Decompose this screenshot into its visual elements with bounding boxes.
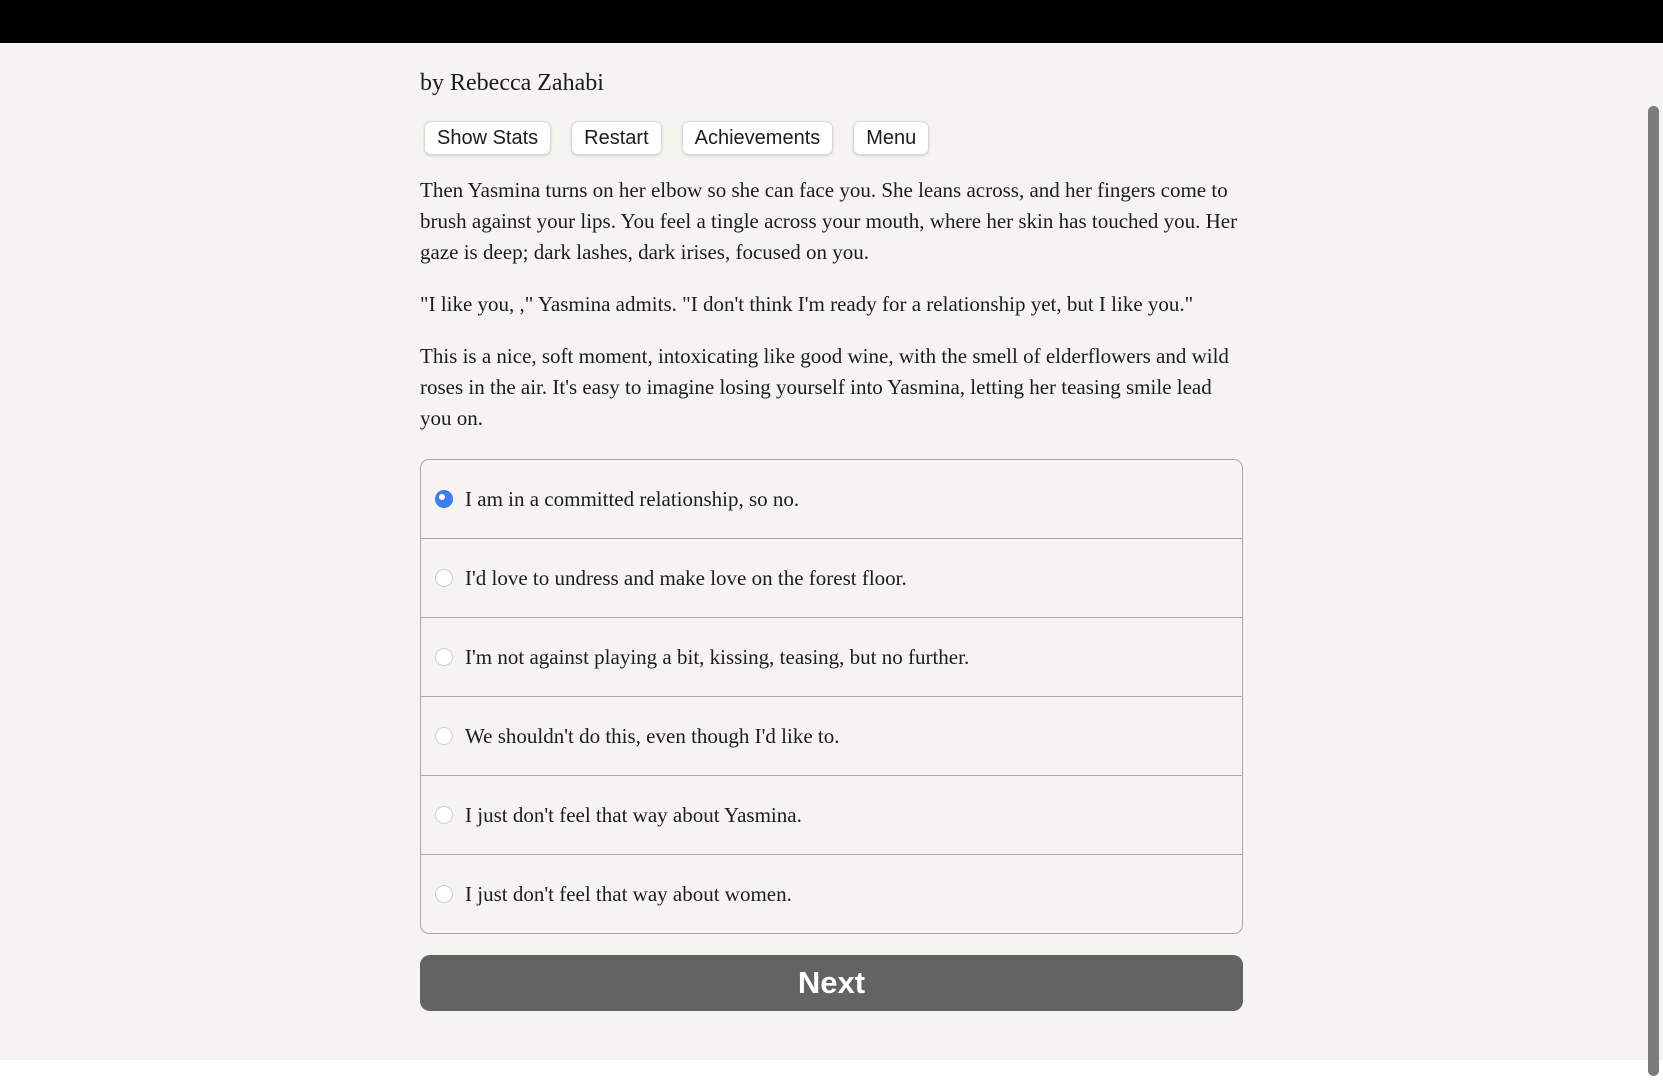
- choice-label: We shouldn't do this, even though I'd li…: [465, 723, 840, 748]
- author-byline: by Rebecca Zahabi: [420, 70, 604, 96]
- passage-paragraph: Then Yasmina turns on her elbow so she c…: [420, 178, 1238, 264]
- passage-paragraph: This is a nice, soft moment, intoxicatin…: [420, 344, 1229, 430]
- choice-label: I'm not against playing a bit, kissing, …: [465, 644, 970, 669]
- menu-button[interactable]: Menu: [853, 121, 930, 155]
- restart-button[interactable]: Restart: [571, 121, 662, 155]
- choice-label: I'd love to undress and make love on the…: [465, 565, 907, 590]
- choice-option[interactable]: I just don't feel that way about women.: [421, 854, 1242, 933]
- radio-unselected-icon[interactable]: [435, 806, 453, 824]
- choice-option[interactable]: I'd love to undress and make love on the…: [421, 538, 1242, 617]
- toolbar: Show Stats Restart Achievements Menu: [424, 121, 1243, 155]
- next-button[interactable]: Next: [420, 955, 1243, 1011]
- radio-unselected-icon[interactable]: [435, 569, 453, 587]
- choice-label: I am in a committed relationship, so no.: [465, 486, 800, 511]
- radio-unselected-icon[interactable]: [435, 885, 453, 903]
- passage-paragraph: "I like you, ," Yasmina admits. "I don't…: [420, 292, 1194, 316]
- show-stats-button[interactable]: Show Stats: [424, 121, 552, 155]
- page-bottom-edge: [0, 1060, 1663, 1080]
- choice-option[interactable]: I just don't feel that way about Yasmina…: [421, 775, 1242, 854]
- choice-label: I just don't feel that way about women.: [465, 881, 792, 906]
- choice-list: I am in a committed relationship, so no.…: [420, 459, 1243, 934]
- achievements-button[interactable]: Achievements: [681, 121, 834, 155]
- vertical-scrollbar[interactable]: [1648, 106, 1659, 1076]
- radio-unselected-icon[interactable]: [435, 727, 453, 745]
- choice-option[interactable]: We shouldn't do this, even though I'd li…: [421, 696, 1242, 775]
- game-content: by Rebecca Zahabi Show Stats Restart Ach…: [420, 43, 1243, 1011]
- radio-selected-icon[interactable]: [435, 490, 453, 508]
- window-top-bar: [0, 0, 1663, 43]
- choice-option[interactable]: I'm not against playing a bit, kissing, …: [421, 617, 1242, 696]
- radio-unselected-icon[interactable]: [435, 648, 453, 666]
- choice-option[interactable]: I am in a committed relationship, so no.: [421, 460, 1242, 538]
- choice-label: I just don't feel that way about Yasmina…: [465, 802, 802, 827]
